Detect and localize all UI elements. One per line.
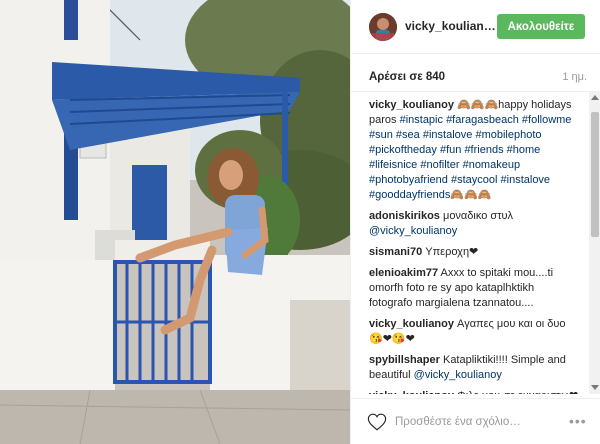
comment-item: vicky_koulianoy 🙈🙈🙈happy holidays paros … [369, 98, 579, 203]
comment-item: sismani70 Υπεροχη❤ [369, 245, 579, 260]
likes-row: Αρέσει σε 840 1 ημ. [351, 54, 600, 92]
comment-text: Υπεροχη❤ [422, 246, 479, 258]
instagram-post-modal: vicky_koulian… Ακολουθείτε Αρέσει σε 840… [0, 0, 600, 444]
scrollbar-thumb[interactable] [591, 112, 599, 237]
hashtag-link[interactable]: #pickoftheday [369, 144, 437, 156]
hashtag-link[interactable]: #fun [440, 144, 461, 156]
comment-item: spybillshaper Kataplikt­iki!!!! Simple a… [369, 353, 579, 383]
hashtag-link[interactable]: #followme [522, 114, 572, 126]
more-options-icon[interactable]: ••• [569, 413, 587, 429]
avatar-image [369, 13, 397, 41]
scroll-down-arrow-icon[interactable] [591, 385, 599, 390]
comment-username[interactable]: vicky_koulianoy [369, 99, 454, 111]
hashtag-link[interactable]: #instalove [423, 129, 473, 141]
hashtag-link[interactable]: #lifeisnice [369, 159, 417, 171]
comment-username[interactable]: vicky_koulianoy [369, 390, 454, 394]
hashtag-link[interactable]: #gooddayfriends [369, 189, 450, 201]
hashtag-link[interactable]: #faragasbeach [446, 114, 519, 126]
hashtag-link[interactable]: #home [507, 144, 541, 156]
profile-avatar[interactable] [369, 13, 397, 41]
hashtag-link[interactable]: #nofilter [420, 159, 459, 171]
comment-item: vicky_koulianoy Φιλε μου σε ευχαριστω❤⚘ [369, 389, 579, 394]
post-username[interactable]: vicky_koulian… [405, 19, 496, 33]
hashtag-link[interactable]: #instapic [400, 114, 443, 126]
mention-link[interactable]: @vicky_koulianoy [414, 369, 502, 381]
hashtag-link[interactable]: #sea [396, 129, 420, 141]
comment-text: μοναδικο στυλ [439, 210, 514, 222]
post-photo-illustration [0, 0, 350, 444]
comment-username[interactable]: elenioakim77 [369, 267, 438, 279]
hashtag-link[interactable]: #friends [464, 144, 503, 156]
comment-item: adoniskirikos μοναδικο στυλ @vicky_kouli… [369, 209, 579, 239]
comment-username[interactable]: vicky_koulianoy [369, 318, 454, 330]
hashtag-link[interactable]: #photobyafriend [369, 174, 448, 186]
mention-link[interactable]: @vicky_koulianoy [369, 225, 457, 237]
follow-button[interactable]: Ακολουθείτε [497, 14, 585, 39]
comment-username[interactable]: spybillshaper [369, 354, 440, 366]
comments-list: vicky_koulianoy 🙈🙈🙈happy holidays paros … [351, 92, 589, 394]
comment-item: vicky_koulianoy Αγαπες μου και οι δυο 😘❤… [369, 317, 579, 347]
post-header: vicky_koulian… Ακολουθείτε [351, 0, 600, 54]
likes-count[interactable]: Αρέσει σε 840 [369, 71, 445, 83]
post-photo[interactable] [0, 0, 350, 444]
hashtag-link[interactable]: #staycool [451, 174, 497, 186]
comments-scrollbar[interactable] [589, 92, 600, 394]
post-timestamp[interactable]: 1 ημ. [562, 71, 587, 83]
hashtag-link[interactable]: #sun [369, 129, 393, 141]
add-comment-input[interactable] [395, 412, 545, 432]
heart-icon[interactable] [367, 413, 387, 431]
comment-username[interactable]: adoniskirikos [369, 210, 440, 222]
hashtag-link[interactable]: #instalove [501, 174, 551, 186]
hashtag-link[interactable]: #mobilephoto [475, 129, 541, 141]
comment-username[interactable]: sismani70 [369, 246, 422, 258]
hashtag-link[interactable]: #nomakeup [463, 159, 521, 171]
post-footer: ••• [351, 398, 600, 444]
post-details-panel: vicky_koulian… Ακολουθείτε Αρέσει σε 840… [350, 0, 600, 444]
comment-item: elenioakim77 Axxx to spitaki mou....ti o… [369, 266, 579, 311]
comment-text: 🙈🙈🙈 [450, 189, 492, 201]
scroll-up-arrow-icon[interactable] [591, 95, 599, 100]
